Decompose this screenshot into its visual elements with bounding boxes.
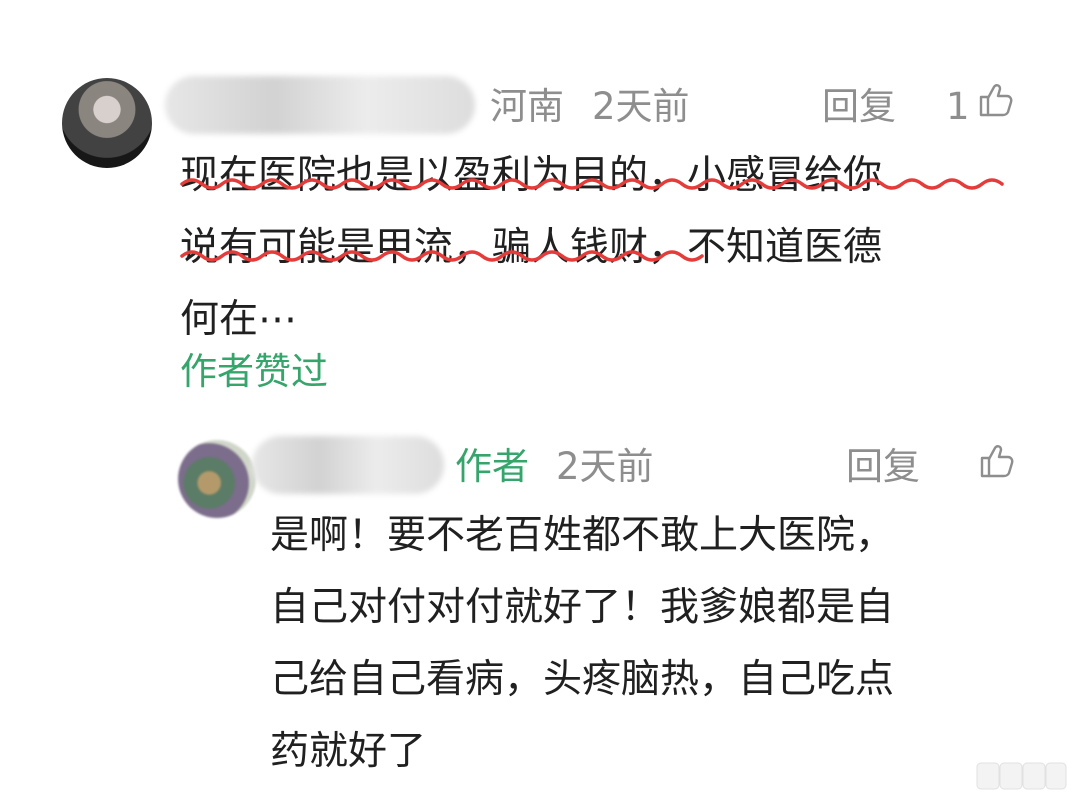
thumb-up-icon[interactable] bbox=[974, 440, 1016, 482]
reply-reply-button[interactable]: 回复 bbox=[846, 448, 920, 485]
comment-location: 河南 bbox=[490, 85, 564, 128]
blurred-reply-username bbox=[252, 436, 444, 494]
watermark-icon bbox=[976, 762, 1067, 790]
reply-line-4: 药就好了 bbox=[270, 729, 427, 774]
reply-time: 2天前 bbox=[556, 445, 654, 488]
comment-time: 2天前 bbox=[592, 85, 690, 128]
reply-line-2: 自己对付对付就好了！我爹娘都是自 bbox=[270, 585, 895, 630]
like-count: 1 bbox=[946, 85, 970, 128]
blurred-username bbox=[165, 76, 475, 134]
reply-avatar[interactable] bbox=[178, 440, 256, 518]
reply-line-3: 己给自己看病，头疼脑热，自己吃点 bbox=[270, 657, 895, 702]
author-liked-label: 作者赞过 bbox=[180, 350, 328, 393]
avatar[interactable] bbox=[62, 78, 152, 168]
spellcheck-underline bbox=[180, 178, 1004, 262]
comment-line-3: 何在⋯ bbox=[180, 297, 298, 342]
author-badge: 作者 bbox=[455, 445, 529, 488]
reply-button[interactable]: 回复 bbox=[822, 88, 896, 125]
reply-line-1: 是啊！要不老百姓都不敢上大医院， bbox=[270, 513, 895, 558]
thumb-up-icon[interactable] bbox=[973, 79, 1015, 121]
